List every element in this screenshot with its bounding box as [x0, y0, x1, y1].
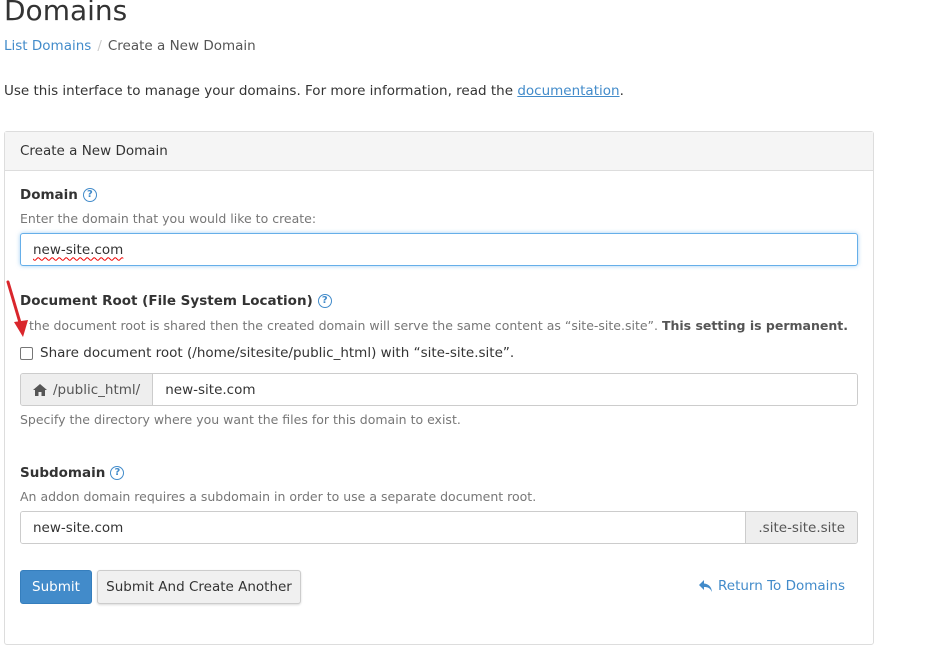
- subdomain-input-group: new-site.com .site-site.site: [20, 511, 858, 544]
- breadcrumb-separator: /: [97, 38, 102, 54]
- subdomain-help-icon[interactable]: ?: [110, 466, 125, 480]
- docroot-input-group: /public_html/ new-site.com: [20, 373, 858, 406]
- subdomain-label-row: Subdomain ?: [20, 465, 125, 481]
- breadcrumb-current: Create a New Domain: [107, 38, 256, 54]
- share-docroot-checkbox[interactable]: [20, 346, 33, 360]
- docroot-hint-bold: This setting is permanent.: [661, 318, 848, 333]
- return-to-domains-label: Return To Domains: [717, 578, 845, 594]
- page-title: Domains: [4, 0, 128, 27]
- subdomain-suffix: .site-site.site: [745, 512, 857, 543]
- docroot-hint: the document root is shared then the cre…: [29, 318, 848, 333]
- share-docroot-row: Share document root (/home/sitesite/publ…: [20, 345, 514, 361]
- create-domain-panel: Create a New Domain Domain ? Enter the d…: [4, 131, 874, 645]
- reply-icon: [698, 580, 712, 592]
- intro-text-body: Use this interface to manage your domain…: [4, 83, 518, 99]
- panel-heading: Create a New Domain: [5, 132, 873, 171]
- return-to-domains-link[interactable]: Return To Domains: [698, 578, 845, 594]
- share-docroot-label[interactable]: Share document root (/home/sitesite/publ…: [40, 345, 514, 361]
- domain-help-icon[interactable]: ?: [82, 188, 97, 202]
- docroot-prefix: /public_html/: [21, 374, 154, 405]
- docroot-help-icon[interactable]: ?: [317, 294, 332, 308]
- subdomain-hint: An addon domain requires a subdomain in …: [20, 489, 537, 504]
- breadcrumb: List Domains / Create a New Domain: [4, 38, 256, 54]
- domain-input-value: new-site.com: [33, 241, 124, 258]
- docroot-hint-text: the document root is shared then the cre…: [29, 318, 662, 333]
- intro-suffix: .: [619, 83, 624, 99]
- subdomain-input[interactable]: new-site.com: [21, 512, 746, 543]
- home-icon: [33, 383, 47, 396]
- subdomain-label: Subdomain: [20, 465, 106, 481]
- domain-input[interactable]: new-site.com: [20, 233, 858, 266]
- docroot-prefix-text: /public_html/: [53, 381, 141, 398]
- domain-hint: Enter the domain that you would like to …: [20, 211, 317, 226]
- breadcrumb-list-domains-link[interactable]: List Domains: [4, 38, 91, 54]
- submit-and-create-another-button[interactable]: Submit And Create Another: [97, 570, 301, 604]
- docroot-label: Document Root (File System Location): [20, 293, 313, 309]
- domain-label-row: Domain ?: [20, 187, 97, 203]
- docroot-input[interactable]: new-site.com: [153, 374, 857, 405]
- docroot-label-row: Document Root (File System Location) ?: [20, 293, 332, 309]
- intro-text: Use this interface to manage your domain…: [4, 83, 624, 99]
- documentation-link[interactable]: documentation: [517, 83, 619, 99]
- submit-button[interactable]: Submit: [20, 570, 92, 604]
- domain-label: Domain: [20, 187, 78, 203]
- docroot-help-text: Specify the directory where you want the…: [20, 412, 461, 427]
